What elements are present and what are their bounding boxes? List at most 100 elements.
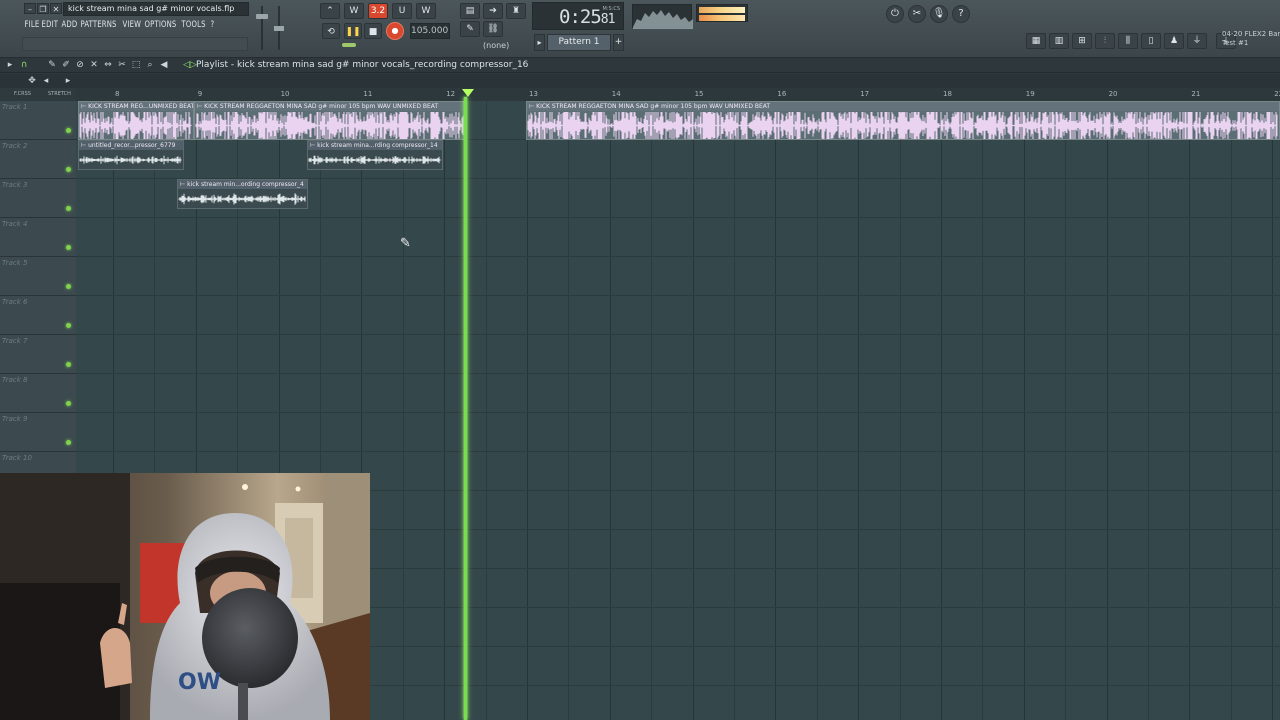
slice-icon[interactable]: ✂ <box>116 59 128 71</box>
ruler-bar-number[interactable]: 10 <box>281 90 290 98</box>
ruler-bar-number[interactable]: 9 <box>198 90 202 98</box>
tempo-display[interactable]: 105.000 <box>410 23 450 39</box>
pattern-prev-icon[interactable]: ▸ <box>534 34 545 51</box>
arrow-right-icon[interactable]: ➔ <box>483 3 503 19</box>
menu-patterns[interactable]: PATTERNS <box>78 18 119 32</box>
ruler-bar-number[interactable]: 19 <box>1026 90 1035 98</box>
countdown-badge[interactable]: 3.2 <box>368 3 388 19</box>
track-enable-led[interactable] <box>66 245 71 250</box>
playlist-window-icon[interactable]: ▦ <box>1026 33 1046 49</box>
track-header[interactable]: Track 4 <box>0 218 76 257</box>
typing-keyboard-icon[interactable]: ▤ <box>460 3 480 19</box>
audio-clip[interactable]: ⊢ KICK STREAM REGGAETON MINA SAD g# mino… <box>194 101 466 150</box>
wait-input-icon[interactable]: W <box>344 3 364 19</box>
menu-view[interactable]: VIEW <box>120 18 144 32</box>
plugin-icon[interactable]: ♟ <box>1164 33 1184 49</box>
ruler-bar-number[interactable]: 13 <box>529 90 538 98</box>
timeline-ruler[interactable]: 8 9 10 11 12 13 14 15 16 17 18 19 20 21 22 <box>76 88 1280 101</box>
magnet-icon[interactable]: ∩ <box>18 59 30 71</box>
piano-roll-icon[interactable]: ▥ <box>1049 33 1069 49</box>
track-enable-led[interactable] <box>66 128 71 133</box>
ruler-bar-number[interactable]: 17 <box>860 90 869 98</box>
zoom-icon[interactable]: ⌕ <box>144 59 156 71</box>
ruler-bar-number[interactable]: 15 <box>695 90 704 98</box>
menu-help[interactable]: ? <box>208 18 217 32</box>
blend-recording-icon[interactable]: W <box>416 3 436 19</box>
track-header[interactable]: Track 3 <box>0 179 76 218</box>
pencil-icon[interactable]: ✎ <box>46 59 58 71</box>
ruler-bar-number[interactable]: 16 <box>777 90 786 98</box>
song-position-slider[interactable] <box>322 43 450 47</box>
ruler-bar-number[interactable]: 14 <box>612 90 621 98</box>
metronome-icon[interactable]: ⌃ <box>320 3 340 19</box>
track-header[interactable]: Track 5 <box>0 257 76 296</box>
track-enable-led[interactable] <box>66 440 71 445</box>
track-header[interactable]: Track 2 <box>0 140 76 179</box>
menu-edit[interactable]: EDIT <box>39 18 61 32</box>
scroll-left-icon[interactable]: ◂ <box>40 75 52 87</box>
track-header[interactable]: Track 7 <box>0 335 76 374</box>
audio-clip[interactable]: ⊢ KICK STREAM REG...UNMIXED BEAT <box>78 101 194 150</box>
time-display[interactable]: 0:2581 M:S:CS <box>532 2 624 30</box>
track-enable-led[interactable] <box>66 167 71 172</box>
pause-button[interactable]: ❚❚ <box>344 23 362 39</box>
track-header[interactable]: Track 8 <box>0 374 76 413</box>
stamp-icon[interactable]: ♜ <box>506 3 526 19</box>
close-icon[interactable]: ✕ <box>50 3 62 14</box>
track-header[interactable]: Track 9 <box>0 413 76 452</box>
ruler-bar-number[interactable]: 21 <box>1191 90 1200 98</box>
track-header[interactable]: Track 1 <box>0 101 76 140</box>
scroll-right-icon[interactable]: ▸ <box>62 75 74 87</box>
ruler-bar-number[interactable]: 22 <box>1274 90 1280 98</box>
menu-tools[interactable]: TOOLS <box>179 18 208 32</box>
restore-icon[interactable]: ❐ <box>37 3 49 14</box>
news-panel[interactable]: 04-20 FLEX2 Bar Test #1 <box>1220 30 1280 52</box>
pattern-add-icon[interactable]: + <box>613 34 624 51</box>
reset-icon[interactable]: ⏻ <box>886 5 904 23</box>
ruler-bar-number[interactable]: 11 <box>363 90 372 98</box>
delete-icon[interactable]: ⊘ <box>74 59 86 71</box>
playlist-menu-icon[interactable]: ▸ <box>4 59 16 71</box>
menu-add[interactable]: ADD <box>59 18 80 32</box>
pattern-name[interactable]: Pattern 1 <box>547 34 611 51</box>
track-enable-led[interactable] <box>66 323 71 328</box>
track-enable-led[interactable] <box>66 206 71 211</box>
crossfade-label[interactable]: F.CRSS <box>14 91 31 97</box>
record-button[interactable]: ● <box>386 22 404 40</box>
track-enable-led[interactable] <box>66 362 71 367</box>
snap-selector[interactable]: (none) <box>483 41 509 50</box>
audio-clip[interactable]: ⊢ KICK STREAM REGGAETON MINA SAD g# mino… <box>526 100 1280 151</box>
plug-icon[interactable]: ⏚ <box>1187 33 1207 49</box>
track-enable-led[interactable] <box>66 284 71 289</box>
playhead[interactable] <box>464 97 467 720</box>
mixer-icon[interactable]: ⫶ <box>1095 33 1115 49</box>
playhead-marker-icon[interactable] <box>462 89 474 97</box>
menu-options[interactable]: OPTIONS <box>142 18 179 32</box>
minimize-icon[interactable]: – <box>24 3 36 14</box>
select-icon[interactable]: ⬚ <box>130 59 142 71</box>
step-edit-icon[interactable]: U <box>392 3 412 19</box>
mute-icon[interactable]: ✕ <box>88 59 100 71</box>
disconnect-icon[interactable]: ✂ <box>908 5 926 23</box>
stretch-label[interactable]: STRETCH <box>48 91 71 97</box>
audio-clip[interactable]: ⊢ kick stream min...ording compressor_4 <box>177 179 308 209</box>
ruler-bar-number[interactable]: 12 <box>446 90 455 98</box>
loop-record-icon[interactable]: ⟲ <box>322 23 340 39</box>
move-icon[interactable]: ✥ <box>26 75 38 87</box>
mixer-sliders-icon[interactable]: ⫼ <box>1118 33 1138 49</box>
master-pitch-slider[interactable] <box>274 4 284 52</box>
track-header[interactable]: Track 6 <box>0 296 76 335</box>
track-enable-led[interactable] <box>66 401 71 406</box>
master-volume-slider[interactable] <box>256 4 268 52</box>
audio-clip[interactable]: ⊢ kick stream mina...rding compressor_14 <box>307 140 443 170</box>
playback-icon[interactable]: ◀ <box>158 59 170 71</box>
pen-icon[interactable]: ✎ <box>460 21 480 37</box>
microphone-icon[interactable]: 🎙 <box>930 5 948 23</box>
pattern-selector[interactable]: ▸ Pattern 1 + <box>534 34 624 51</box>
ruler-bar-number[interactable]: 18 <box>943 90 952 98</box>
stop-button[interactable]: ■ <box>364 23 382 39</box>
browser-icon[interactable]: ▯ <box>1141 33 1161 49</box>
ruler-bar-number[interactable]: 20 <box>1109 90 1118 98</box>
link-icon[interactable]: ⛓ <box>483 21 503 37</box>
channel-rack-icon[interactable]: ⊞ <box>1072 33 1092 49</box>
